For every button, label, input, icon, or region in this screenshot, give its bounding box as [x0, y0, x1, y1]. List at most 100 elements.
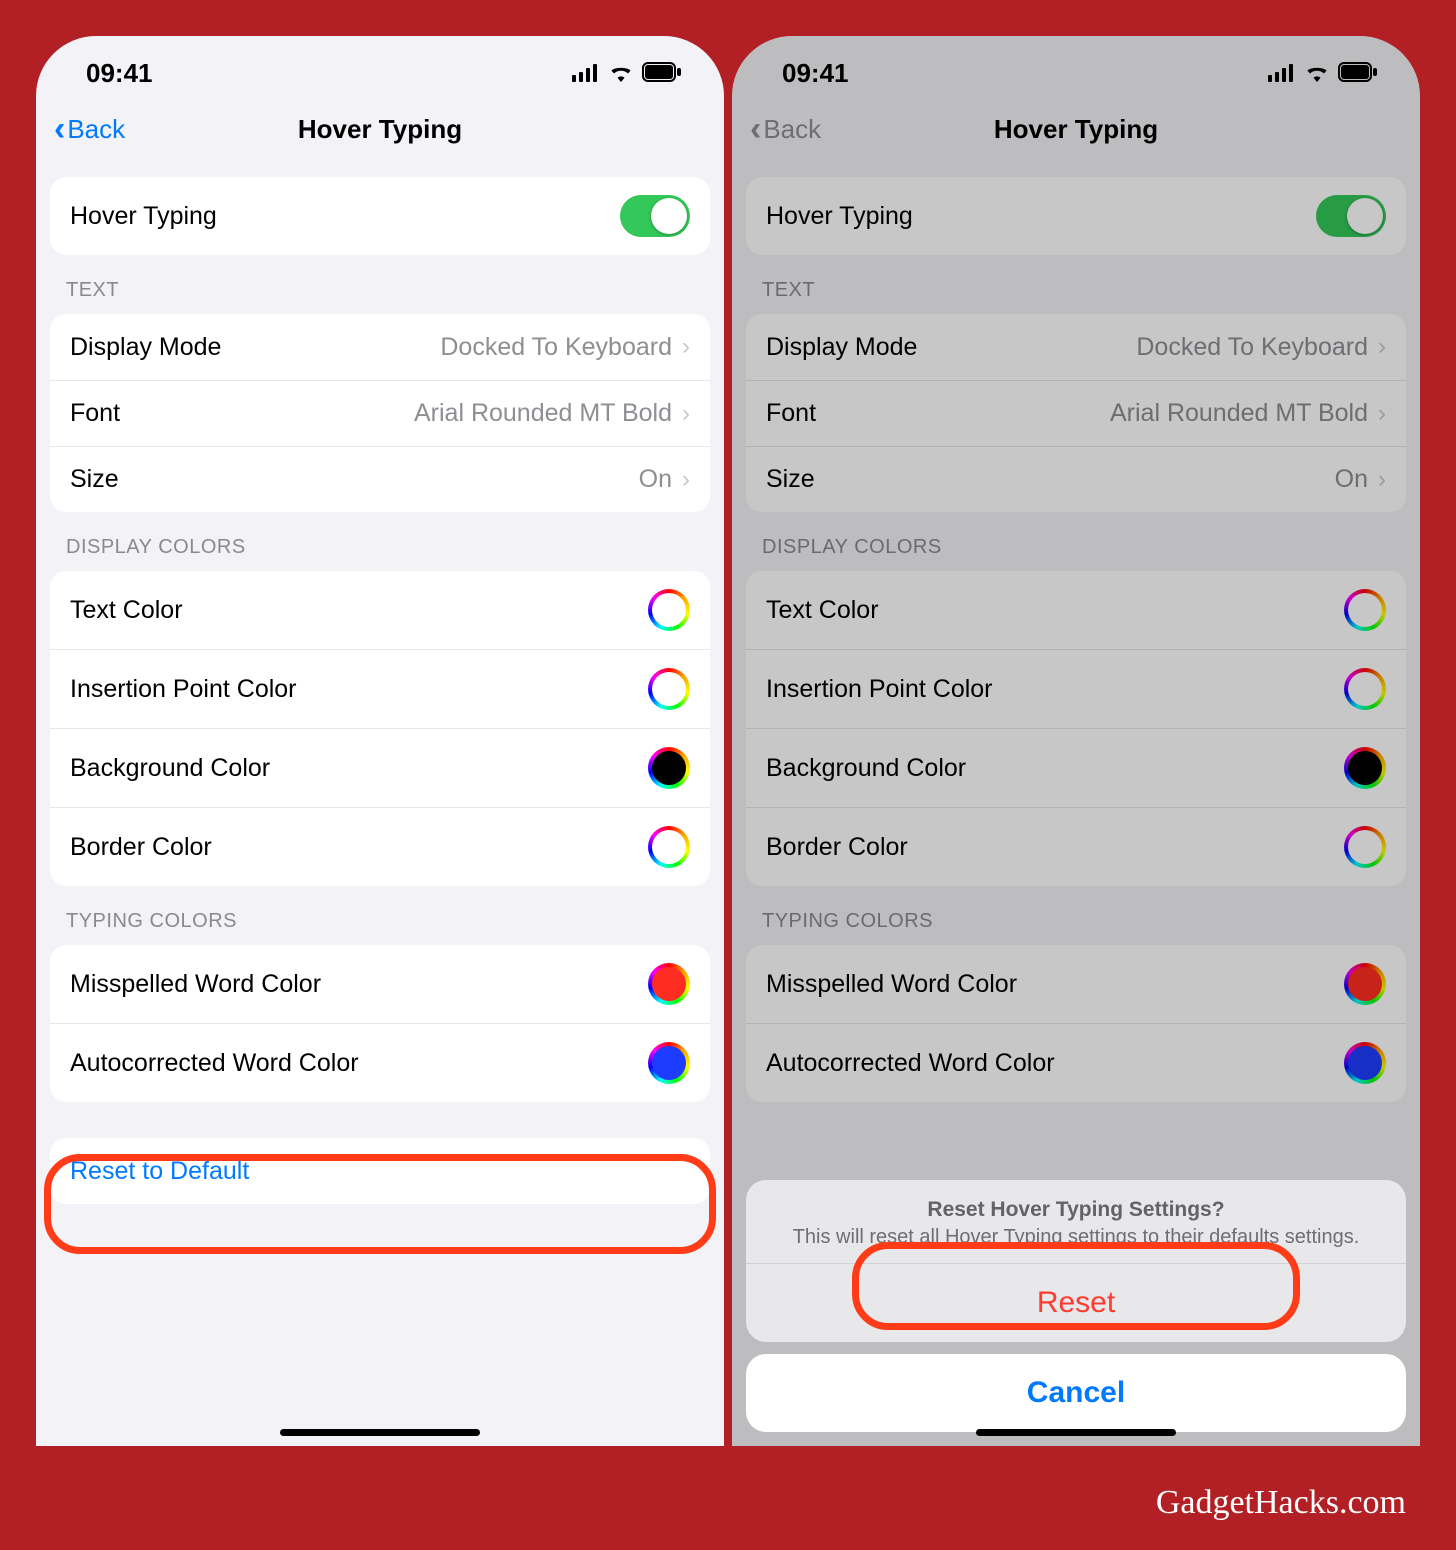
display-mode-label: Display Mode	[766, 333, 917, 362]
autocorrected-color-row[interactable]: Autocorrected Word Color	[50, 1023, 710, 1102]
chevron-right-icon: ›	[1378, 466, 1386, 494]
autocorrected-label: Autocorrected Word Color	[766, 1049, 1055, 1078]
wifi-icon	[1304, 58, 1330, 89]
color-swatch-icon	[648, 668, 690, 710]
back-button[interactable]: ‹ Back	[54, 110, 125, 149]
font-value: Arial Rounded MT Bold	[414, 399, 672, 428]
autocorrected-label: Autocorrected Word Color	[70, 1049, 359, 1078]
sheet-group: Reset Hover Typing Settings? This will r…	[746, 1180, 1406, 1342]
misspelled-color-row[interactable]: Misspelled Word Color	[50, 945, 710, 1023]
display-mode-row[interactable]: Display Mode Docked To Keyboard ›	[746, 314, 1406, 380]
color-swatch-icon	[1344, 589, 1386, 631]
section-header-display-colors: DISPLAY COLORS	[732, 512, 1420, 571]
status-bar: 09:41	[732, 36, 1420, 99]
insertion-point-label: Insertion Point Color	[70, 675, 297, 704]
chevron-left-icon: ‹	[54, 110, 65, 149]
toggle-switch[interactable]	[1316, 195, 1386, 237]
chevron-right-icon: ›	[1378, 400, 1386, 428]
border-color-row[interactable]: Border Color	[50, 807, 710, 886]
size-value: On	[1335, 465, 1368, 494]
reset-action-sheet: Reset Hover Typing Settings? This will r…	[746, 1180, 1406, 1432]
hover-typing-toggle-row[interactable]: Hover Typing	[50, 177, 710, 255]
insertion-point-color-row[interactable]: Insertion Point Color	[50, 649, 710, 728]
color-swatch-icon	[648, 826, 690, 868]
section-header-text: TEXT	[732, 255, 1420, 314]
display-mode-row[interactable]: Display Mode Docked To Keyboard ›	[50, 314, 710, 380]
color-swatch-icon	[1344, 826, 1386, 868]
sheet-cancel-button[interactable]: Cancel	[746, 1354, 1406, 1432]
status-icons	[572, 58, 682, 89]
sheet-title: Reset Hover Typing Settings?	[766, 1198, 1386, 1222]
text-color-label: Text Color	[70, 596, 183, 625]
autocorrected-color-row[interactable]: Autocorrected Word Color	[746, 1023, 1406, 1102]
display-mode-value: Docked To Keyboard	[1136, 333, 1368, 362]
insertion-point-label: Insertion Point Color	[766, 675, 993, 704]
page-title: Hover Typing	[298, 114, 462, 145]
section-header-typing-colors: TYPING COLORS	[732, 886, 1420, 945]
text-color-row[interactable]: Text Color	[746, 571, 1406, 649]
font-value: Arial Rounded MT Bold	[1110, 399, 1368, 428]
chevron-right-icon: ›	[682, 466, 690, 494]
border-color-label: Border Color	[766, 833, 908, 862]
status-icons	[1268, 58, 1378, 89]
color-swatch-icon	[1344, 747, 1386, 789]
watermark: GadgetHacks.com	[1156, 1484, 1406, 1522]
display-mode-value: Docked To Keyboard	[440, 333, 672, 362]
toggle-label: Hover Typing	[766, 202, 913, 231]
clock: 09:41	[86, 58, 153, 89]
chevron-right-icon: ›	[682, 333, 690, 361]
misspelled-color-row[interactable]: Misspelled Word Color	[746, 945, 1406, 1023]
background-color-label: Background Color	[70, 754, 270, 783]
color-swatch-icon	[1344, 963, 1386, 1005]
color-swatch-icon	[648, 963, 690, 1005]
reset-label: Reset to Default	[70, 1157, 249, 1186]
background-color-row[interactable]: Background Color	[50, 728, 710, 807]
background-color-label: Background Color	[766, 754, 966, 783]
font-label: Font	[766, 399, 816, 428]
misspelled-label: Misspelled Word Color	[766, 970, 1017, 999]
chevron-right-icon: ›	[682, 400, 690, 428]
size-label: Size	[766, 465, 815, 494]
battery-icon	[642, 58, 682, 89]
section-header-display-colors: DISPLAY COLORS	[36, 512, 724, 571]
back-button[interactable]: ‹ Back	[750, 110, 821, 149]
back-label: Back	[763, 114, 821, 145]
clock: 09:41	[782, 58, 849, 89]
color-swatch-icon	[648, 589, 690, 631]
screenshot-right: 09:41 ‹ Back Hover Typing Hover Typing	[732, 36, 1420, 1446]
sheet-header: Reset Hover Typing Settings? This will r…	[746, 1180, 1406, 1263]
toggle-switch[interactable]	[620, 195, 690, 237]
status-bar: 09:41	[36, 36, 724, 99]
chevron-right-icon: ›	[1378, 333, 1386, 361]
toggle-label: Hover Typing	[70, 202, 217, 231]
color-swatch-icon	[648, 1042, 690, 1084]
size-value: On	[639, 465, 672, 494]
nav-bar: ‹ Back Hover Typing	[36, 99, 724, 159]
article-frame: 09:41 ‹ Back Hover Typing Hover Typing	[0, 0, 1456, 1550]
border-color-row[interactable]: Border Color	[746, 807, 1406, 886]
font-row[interactable]: Font Arial Rounded MT Bold ›	[50, 380, 710, 446]
screenshot-left: 09:41 ‹ Back Hover Typing Hover Typing	[36, 36, 724, 1446]
display-mode-label: Display Mode	[70, 333, 221, 362]
size-label: Size	[70, 465, 119, 494]
text-color-row[interactable]: Text Color	[50, 571, 710, 649]
home-indicator	[976, 1429, 1176, 1436]
sheet-message: This will reset all Hover Typing setting…	[793, 1226, 1360, 1248]
home-indicator	[280, 1429, 480, 1436]
sheet-reset-button[interactable]: Reset	[746, 1263, 1406, 1342]
nav-bar: ‹ Back Hover Typing	[732, 99, 1420, 159]
font-label: Font	[70, 399, 120, 428]
background-color-row[interactable]: Background Color	[746, 728, 1406, 807]
battery-icon	[1338, 58, 1378, 89]
color-swatch-icon	[1344, 668, 1386, 710]
insertion-point-color-row[interactable]: Insertion Point Color	[746, 649, 1406, 728]
section-header-text: TEXT	[36, 255, 724, 314]
hover-typing-toggle-row[interactable]: Hover Typing	[746, 177, 1406, 255]
color-swatch-icon	[1344, 1042, 1386, 1084]
color-swatch-icon	[648, 747, 690, 789]
size-row[interactable]: Size On ›	[746, 446, 1406, 512]
size-row[interactable]: Size On ›	[50, 446, 710, 512]
reset-to-default-button[interactable]: Reset to Default	[50, 1138, 710, 1204]
misspelled-label: Misspelled Word Color	[70, 970, 321, 999]
font-row[interactable]: Font Arial Rounded MT Bold ›	[746, 380, 1406, 446]
